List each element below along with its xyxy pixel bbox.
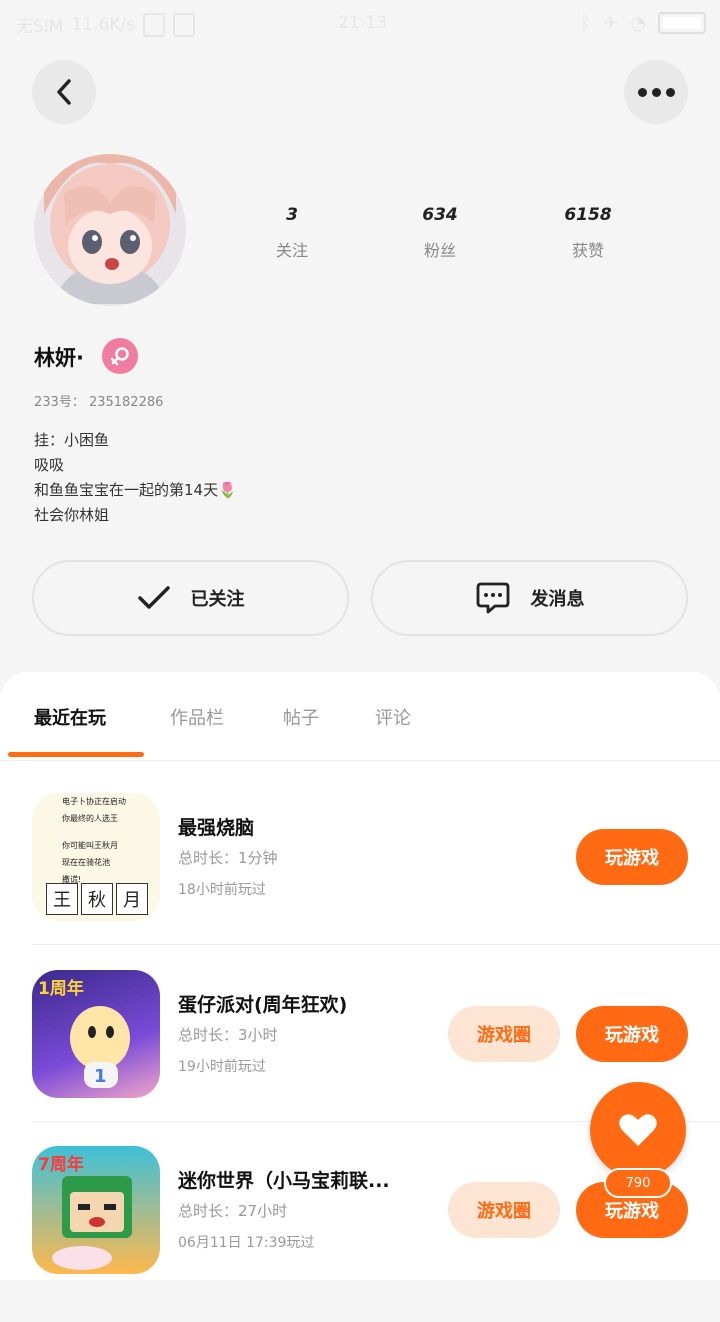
status-left: 无SIM 11.6K/s (16, 12, 196, 37)
bio-line: 和鱼鱼宝宝在一起的第14天🌷 (34, 481, 237, 499)
user-id: 233号： 235182286 (34, 395, 164, 410)
status-time: 21:13 (338, 13, 387, 33)
stat-following[interactable]: 3 关注 (232, 205, 352, 261)
bio: 挂：小困鱼 吸吸 和鱼鱼宝宝在一起的第14天🌷 社会你林姐 (34, 428, 237, 528)
game-last-played: 18小时前玩过 (178, 882, 266, 898)
airplane-icon: ✈ (603, 12, 619, 34)
heart-icon (619, 1114, 657, 1146)
game-last-played: 19小时前玩过 (178, 1059, 266, 1075)
carrier-text: 无SIM (16, 17, 64, 37)
game-duration: 总时长：3小时 (178, 1026, 278, 1044)
check-icon (137, 586, 170, 609)
stat-likes[interactable]: 6158 获赞 (528, 205, 648, 261)
avatar-image (34, 154, 186, 306)
play-game-button[interactable]: 玩游戏 (576, 1006, 688, 1062)
bio-line: 挂：小困鱼 (34, 431, 110, 449)
tab-recently-played[interactable]: 最近在玩 (34, 704, 106, 730)
back-button[interactable] (32, 60, 96, 124)
bio-line: 吸吸 (34, 456, 65, 474)
status-right: ᛒ ✈ ◔ (580, 12, 706, 34)
chat-bubble-icon (476, 582, 509, 614)
game-duration: 总时长：1分钟 (178, 849, 278, 867)
fans-count: 634 (422, 205, 458, 225)
game-circle-button[interactable]: 游戏圈 (448, 1006, 560, 1062)
followed-button[interactable]: 已关注 (32, 560, 349, 636)
like-count-badge: 790 (604, 1168, 672, 1198)
screenshot-icon (173, 12, 196, 37)
more-button[interactable] (624, 60, 688, 124)
avatar[interactable] (34, 154, 186, 306)
play-game-button[interactable]: 玩游戏 (576, 829, 688, 885)
bluetooth-icon: ᛒ (580, 12, 592, 34)
game-name: 蛋仔派对(周年狂欢) (178, 994, 348, 1016)
chevron-left-icon (57, 79, 71, 105)
likes-label: 获赞 (571, 241, 604, 260)
tab-works[interactable]: 作品栏 (170, 704, 224, 730)
following-label: 关注 (275, 241, 308, 260)
wifi-icon: ◔ (630, 12, 646, 34)
svg-text:1: 1 (94, 1066, 107, 1087)
status-bar: 无SIM 11.6K/s 21:13 ᛒ ✈ ◔ (0, 0, 720, 50)
network-speed: 11.6K/s (71, 14, 136, 35)
game-name: 最强烧脑 (178, 817, 255, 839)
game-icon-tiles: 王 秋 月 (46, 883, 148, 915)
bio-line: 社会你林姐 (34, 506, 110, 524)
eggy-mascot-icon: 1 (70, 1006, 130, 1088)
message-label: 发消息 (530, 589, 585, 610)
likes-count: 6158 (564, 205, 612, 225)
stat-fans[interactable]: 634 粉丝 (380, 205, 500, 261)
more-dots-icon (637, 87, 675, 97)
message-button[interactable]: 发消息 (371, 560, 688, 636)
tab-comments[interactable]: 评论 (375, 704, 411, 730)
mini-world-mascot-icon (52, 1176, 132, 1270)
game-circle-button[interactable]: 游戏圈 (448, 1182, 560, 1238)
game-icon: 电子卜协正在启动 你最终的人选王 你可能叫王秋月 现在在骑花池 撒谎! 王 秋 … (32, 793, 160, 921)
tab-posts[interactable]: 帖子 (283, 704, 319, 730)
battery-icon (658, 12, 706, 34)
username: 林妍· (34, 346, 84, 370)
followed-label: 已关注 (190, 589, 245, 610)
notification-icon (143, 12, 166, 37)
following-count: 3 (286, 205, 298, 225)
game-last-played: 06月11日 17:39玩过 (178, 1235, 315, 1251)
game-duration: 总时长：27小时 (178, 1202, 288, 1220)
game-item[interactable]: 电子卜协正在启动 你最终的人选王 你可能叫王秋月 现在在骑花池 撒谎! 王 秋 … (32, 793, 720, 969)
tab-bar: 最近在玩 作品栏 帖子 评论 (0, 672, 720, 761)
like-fab-button[interactable] (590, 1082, 686, 1178)
active-tab-indicator (8, 752, 144, 757)
divider (32, 944, 720, 945)
game-icon-caption: 电子卜协正在启动 你最终的人选王 你可能叫王秋月 现在在骑花池 撒谎! (62, 797, 126, 884)
game-icon: 1周年 1 (32, 970, 160, 1098)
game-name: 迷你世界（小马宝莉联... (178, 1170, 390, 1192)
game-icon: 7周年 (32, 1146, 160, 1274)
fans-label: 粉丝 (423, 241, 456, 260)
female-icon (102, 338, 138, 374)
